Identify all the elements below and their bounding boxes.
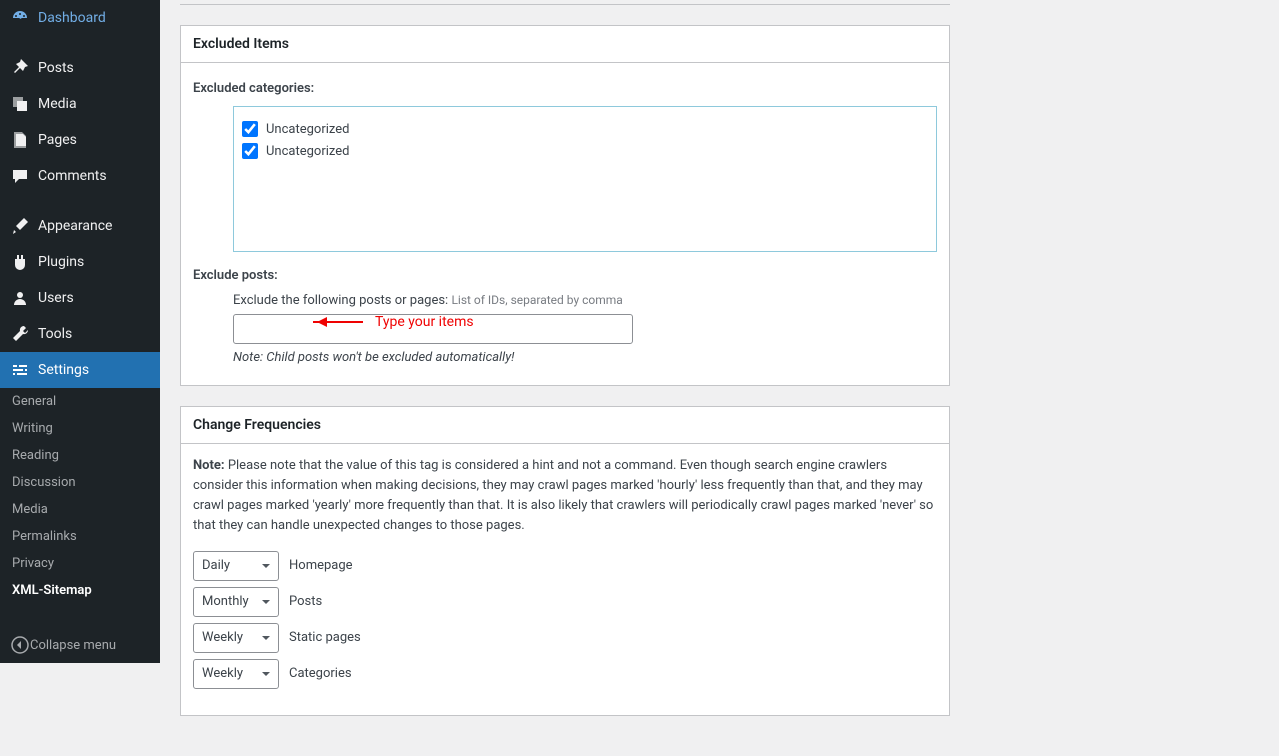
submenu-discussion[interactable]: Discussion — [0, 469, 160, 496]
sidebar-label: Media — [38, 96, 77, 112]
category-label: Uncategorized — [266, 144, 349, 159]
pages-icon — [10, 130, 30, 150]
freq-row-homepage: Daily Homepage — [193, 551, 937, 581]
sidebar-item-dashboard[interactable]: Dashboard — [0, 0, 160, 36]
freq-select-posts[interactable]: Monthly — [193, 587, 279, 617]
sidebar-item-settings[interactable]: Settings — [0, 352, 160, 388]
excluded-categories-list[interactable]: Uncategorized Uncategorized — [233, 106, 937, 252]
freq-row-static: Weekly Static pages — [193, 623, 937, 653]
sidebar-label: Users — [38, 290, 74, 306]
wrench-icon — [10, 324, 30, 344]
sidebar-label: Posts — [38, 60, 74, 76]
exclude-posts-note: Note: Child posts won't be excluded auto… — [233, 350, 937, 365]
sidebar-item-appearance[interactable]: Appearance — [0, 208, 160, 244]
freq-label: Posts — [289, 594, 322, 609]
freq-select-homepage[interactable]: Daily — [193, 551, 279, 581]
freq-select-static[interactable]: Weekly — [193, 623, 279, 653]
category-row: Uncategorized — [242, 143, 928, 159]
submenu-xml-sitemap[interactable]: XML-Sitemap — [0, 577, 160, 604]
pin-icon — [10, 58, 30, 78]
category-label: Uncategorized — [266, 122, 349, 137]
sidebar-item-tools[interactable]: Tools — [0, 316, 160, 352]
note-label: Note: — [193, 458, 225, 473]
collapse-icon — [10, 635, 30, 655]
freq-value: Weekly — [202, 630, 243, 645]
submenu-permalinks[interactable]: Permalinks — [0, 523, 160, 550]
sidebar-item-posts[interactable]: Posts — [0, 50, 160, 86]
excluded-items-title: Excluded Items — [181, 26, 949, 63]
freq-row-posts: Monthly Posts — [193, 587, 937, 617]
exclude-posts-label: Exclude posts: — [193, 268, 937, 283]
submenu-privacy[interactable]: Privacy — [0, 550, 160, 577]
sidebar-item-comments[interactable]: Comments — [0, 158, 160, 194]
sidebar-item-media[interactable]: Media — [0, 86, 160, 122]
chevron-down-icon — [260, 596, 272, 608]
submenu-media[interactable]: Media — [0, 496, 160, 523]
freq-label: Homepage — [289, 558, 353, 573]
change-frequencies-box: Change Frequencies Note: Please note tha… — [180, 406, 950, 716]
excluded-categories-label: Excluded categories: — [193, 81, 937, 96]
excluded-items-box: Excluded Items Excluded categories: Unca… — [180, 25, 950, 386]
chevron-down-icon — [260, 668, 272, 680]
settings-submenu: General Writing Reading Discussion Media… — [0, 388, 160, 604]
freq-label: Static pages — [289, 630, 361, 645]
exclude-posts-input[interactable] — [233, 314, 633, 344]
sidebar-label: Tools — [38, 326, 72, 342]
sidebar-item-plugins[interactable]: Plugins — [0, 244, 160, 280]
exclude-posts-hint: Exclude the following posts or pages: — [233, 293, 451, 308]
freq-value: Daily — [202, 558, 230, 573]
sidebar-item-users[interactable]: Users — [0, 280, 160, 316]
sidebar-label: Pages — [38, 132, 77, 148]
category-row: Uncategorized — [242, 121, 928, 137]
freq-value: Weekly — [202, 666, 243, 681]
sidebar-label: Settings — [38, 362, 89, 378]
collapse-menu-button[interactable]: Collapse menu — [0, 627, 160, 663]
chevron-down-icon — [260, 632, 272, 644]
submenu-reading[interactable]: Reading — [0, 442, 160, 469]
media-icon — [10, 94, 30, 114]
sidebar-label: Comments — [38, 168, 107, 184]
brush-icon — [10, 216, 30, 236]
exclude-posts-hint-suffix: List of IDs, separated by comma — [451, 293, 622, 307]
user-icon — [10, 288, 30, 308]
category-checkbox[interactable] — [242, 121, 258, 137]
freq-row-categories: Weekly Categories — [193, 659, 937, 689]
freq-label: Categories — [289, 666, 352, 681]
freq-note: Note: Please note that the value of this… — [193, 456, 937, 537]
freq-value: Monthly — [202, 594, 249, 609]
chevron-down-icon — [260, 560, 272, 572]
freq-select-categories[interactable]: Weekly — [193, 659, 279, 689]
sidebar-label: Appearance — [38, 218, 112, 234]
submenu-general[interactable]: General — [0, 388, 160, 415]
sliders-icon — [10, 360, 30, 380]
dashboard-icon — [10, 8, 30, 28]
comment-icon — [10, 166, 30, 186]
submenu-writing[interactable]: Writing — [0, 415, 160, 442]
collapse-label: Collapse menu — [30, 638, 116, 653]
plug-icon — [10, 252, 30, 272]
sidebar-item-pages[interactable]: Pages — [0, 122, 160, 158]
sidebar-label: Plugins — [38, 254, 84, 270]
note-body: Please note that the value of this tag i… — [193, 458, 933, 533]
sidebar-label: Dashboard — [38, 10, 106, 26]
change-frequencies-title: Change Frequencies — [181, 407, 949, 444]
divider — [180, 4, 950, 5]
category-checkbox[interactable] — [242, 143, 258, 159]
